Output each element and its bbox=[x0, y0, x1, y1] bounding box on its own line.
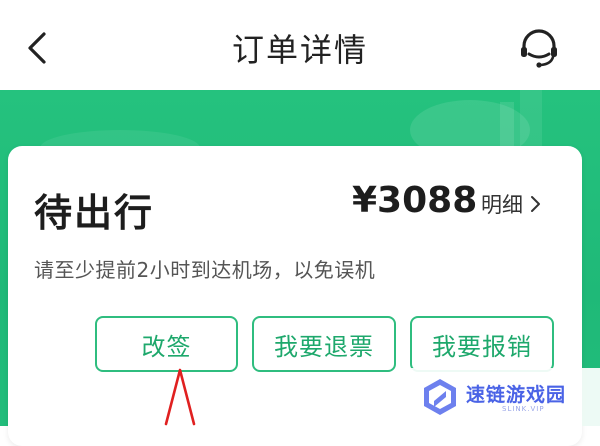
refund-button[interactable]: 我要退票 bbox=[252, 316, 396, 372]
nav-bar: 订单详情 bbox=[0, 0, 600, 90]
chevron-right-icon bbox=[531, 196, 540, 212]
order-status: 待出行 bbox=[34, 191, 155, 235]
detail-label: 明细 bbox=[481, 193, 523, 217]
price-detail-link[interactable]: 明细 bbox=[481, 190, 541, 218]
watermark-logo-icon bbox=[424, 379, 456, 415]
watermark-sub: SLINK.VIP bbox=[502, 405, 545, 413]
page-title: 订单详情 bbox=[231, 31, 368, 69]
site-watermark: 速链游戏园 SLINK.VIP bbox=[400, 368, 600, 426]
watermark-name: 速链游戏园 bbox=[466, 384, 567, 406]
order-price: ¥3088 bbox=[352, 180, 478, 221]
red-arrow-annotation bbox=[164, 368, 196, 426]
reimburse-button[interactable]: 我要报销 bbox=[410, 316, 554, 372]
boarding-hint: 请至少提前2小时到达机场，以免误机 bbox=[34, 258, 376, 282]
change-ticket-button[interactable]: 改签 bbox=[95, 316, 238, 372]
customer-service-icon[interactable] bbox=[515, 24, 563, 72]
